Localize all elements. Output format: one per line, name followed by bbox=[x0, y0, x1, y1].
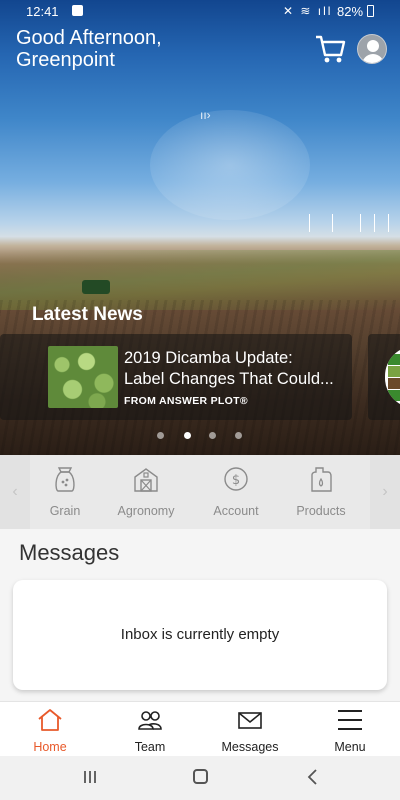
nav-label: Menu bbox=[334, 740, 366, 754]
cart-icon[interactable] bbox=[314, 33, 346, 65]
avatar-body bbox=[362, 54, 384, 63]
quick-nav-label: Grain bbox=[49, 504, 81, 518]
back-icon[interactable] bbox=[306, 769, 320, 785]
carousel-dot[interactable] bbox=[157, 432, 164, 439]
greeting-line: Good Afternoon, bbox=[16, 27, 162, 49]
windmill bbox=[332, 214, 333, 232]
svg-text:$: $ bbox=[232, 473, 240, 488]
user-name: Greenpoint bbox=[16, 49, 115, 71]
quick-nav-account[interactable]: $ Account bbox=[196, 465, 276, 525]
recent-apps-icon[interactable] bbox=[83, 770, 97, 784]
tractor bbox=[82, 280, 110, 294]
inbox-empty-text: Inbox is currently empty bbox=[120, 626, 280, 643]
barn-icon bbox=[134, 468, 158, 492]
jug-icon bbox=[311, 467, 332, 492]
chevron-right-icon[interactable]: › bbox=[370, 455, 400, 529]
quick-nav-products[interactable]: Products bbox=[281, 465, 361, 525]
carousel-dot-active[interactable] bbox=[184, 432, 191, 439]
nav-label: Messages bbox=[221, 740, 279, 754]
windmill bbox=[388, 214, 389, 232]
news-title-line: Label Changes That Could... bbox=[124, 370, 334, 388]
team-icon bbox=[138, 711, 162, 730]
news-thumbnail[interactable] bbox=[48, 346, 118, 408]
windmill bbox=[309, 214, 310, 232]
nav-label: Team bbox=[134, 740, 166, 754]
status-bar: 12:41 ✕ ≋ ıll 82% bbox=[0, 0, 400, 24]
quick-nav-agronomy[interactable]: Agronomy bbox=[106, 465, 186, 525]
news-title-line: 2019 Dicamba Update: bbox=[124, 349, 293, 367]
battery-icon bbox=[367, 5, 374, 17]
windmill bbox=[374, 214, 375, 232]
quick-nav: ‹ Grain Agronomy $ Account Products › bbox=[0, 455, 400, 529]
grain-bag-icon bbox=[55, 467, 75, 492]
hamburger-icon bbox=[338, 710, 362, 730]
quick-nav-label: Account bbox=[213, 504, 259, 518]
nav-label: Home bbox=[33, 740, 67, 754]
dollar-coin-icon: $ bbox=[224, 467, 248, 491]
news-source: FROM ANSWER PLOT® bbox=[124, 395, 248, 407]
battery-level: 82% bbox=[337, 4, 364, 19]
quick-nav-label: Agronomy bbox=[117, 504, 175, 518]
nav-messages[interactable]: Messages bbox=[210, 708, 290, 756]
greeting: Good Afternoon, Greenpoint bbox=[16, 27, 162, 71]
messages-title: Messages bbox=[19, 540, 120, 565]
status-time: 12:41 bbox=[26, 4, 59, 19]
nav-team[interactable]: Team bbox=[110, 708, 190, 756]
news-thumbnail-next[interactable] bbox=[385, 346, 400, 408]
carousel-dots bbox=[150, 432, 250, 444]
nav-menu[interactable]: Menu bbox=[310, 708, 390, 756]
latest-news-heading: Latest News bbox=[32, 304, 143, 325]
quick-nav-grain[interactable]: Grain bbox=[25, 465, 105, 525]
hero-cloud bbox=[150, 110, 310, 220]
signal-icons: ✕ ≋ ıll bbox=[283, 4, 333, 18]
avatar[interactable] bbox=[357, 34, 387, 64]
windmill bbox=[360, 214, 361, 232]
carousel-dot[interactable] bbox=[209, 432, 216, 439]
quick-nav-label: Products bbox=[296, 504, 346, 518]
carousel-dot[interactable] bbox=[235, 432, 242, 439]
home-button-icon[interactable] bbox=[193, 769, 208, 784]
envelope-icon bbox=[238, 712, 262, 729]
news-title-text: Label Changes That Could bbox=[124, 370, 321, 388]
audio-icon: ıı› bbox=[200, 108, 211, 122]
home-icon bbox=[38, 709, 62, 731]
avatar-head bbox=[367, 40, 379, 52]
notification-icon bbox=[72, 5, 83, 16]
news-title[interactable]: 2019 Dicamba Update: Label Changes That … bbox=[124, 348, 344, 390]
nav-home[interactable]: Home bbox=[10, 708, 90, 756]
bottom-nav: Home Team Messages Menu bbox=[0, 701, 400, 756]
